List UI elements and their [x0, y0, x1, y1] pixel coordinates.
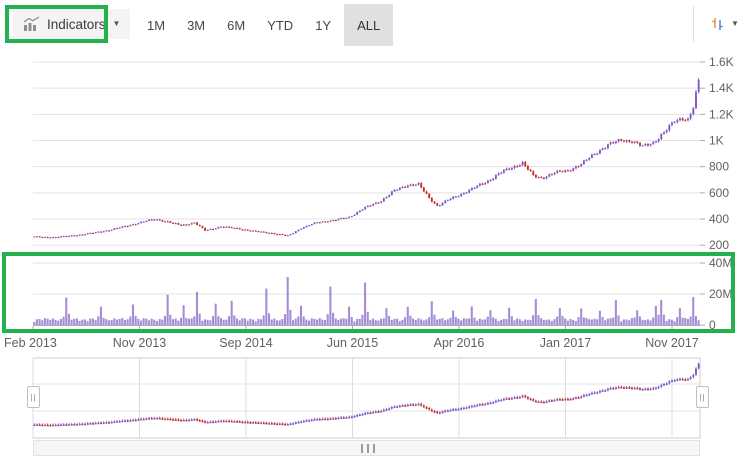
svg-text:1.2K: 1.2K — [709, 107, 734, 121]
svg-text:400: 400 — [709, 212, 729, 226]
svg-text:1.6K: 1.6K — [709, 55, 734, 69]
range-button-1m[interactable]: 1M — [138, 4, 174, 46]
caret-down-icon: ▼ — [731, 20, 739, 28]
range-button-3m[interactable]: 3M — [178, 4, 214, 46]
svg-text:0: 0 — [709, 318, 716, 332]
svg-text:40M: 40M — [709, 256, 732, 270]
svg-text:Feb 2013: Feb 2013 — [4, 336, 57, 350]
bar-chart-icon — [23, 16, 40, 32]
indicators-label: Indicators — [47, 17, 106, 32]
svg-text:800: 800 — [709, 160, 729, 174]
navigator-right-handle[interactable]: || — [696, 386, 709, 408]
svg-text:Sep 2014: Sep 2014 — [219, 336, 273, 350]
series-type-button[interactable]: ▼ — [704, 9, 745, 39]
price-candles[interactable] — [33, 78, 699, 238]
svg-text:Apr 2016: Apr 2016 — [434, 336, 485, 350]
range-button-all[interactable]: ALL — [344, 4, 393, 46]
svg-text:20M: 20M — [709, 287, 732, 301]
scrollbar-grip[interactable] — [361, 444, 375, 453]
svg-text:Nov 2013: Nov 2013 — [113, 336, 167, 350]
svg-text:1K: 1K — [709, 134, 724, 148]
navigator-left-handle[interactable]: || — [27, 386, 40, 408]
x-axis: Feb 2013 Nov 2013 Sep 2014 Jun 2015 Apr 2016… — [4, 326, 699, 350]
svg-text:Jan 2017: Jan 2017 — [540, 336, 591, 350]
chart-toolbar: Indicators ▼ 1M 3M 6M YTD 1Y ALL ▼ — [0, 0, 756, 50]
series-type-icon — [710, 16, 725, 32]
svg-text:1.4K: 1.4K — [709, 81, 734, 95]
navigator-scrollbar[interactable] — [33, 440, 700, 456]
volume-bars[interactable] — [33, 277, 700, 325]
svg-text:200: 200 — [709, 238, 729, 252]
range-selector: 1M 3M 6M YTD 1Y ALL — [136, 4, 395, 46]
price-grid: 1.6K 1.4K 1.2K 1K 800 600 400 200 — [33, 55, 734, 252]
svg-text:Jun 2015: Jun 2015 — [327, 336, 378, 350]
stock-chart[interactable]: 1.6K 1.4K 1.2K 1K 800 600 400 200 40M 20M 0 Feb 201… — [0, 0, 756, 462]
svg-text:600: 600 — [709, 186, 729, 200]
range-button-ytd[interactable]: YTD — [258, 4, 302, 46]
navigator-pane[interactable] — [33, 358, 700, 438]
indicators-button[interactable]: Indicators ▼ — [13, 9, 130, 39]
range-button-1y[interactable]: 1Y — [306, 4, 340, 46]
range-button-6m[interactable]: 6M — [218, 4, 254, 46]
toolbar-divider — [693, 6, 694, 42]
stock-chart-app: 1.6K 1.4K 1.2K 1K 800 600 400 200 40M 20M 0 Feb 201… — [0, 0, 756, 462]
navigator-candles — [33, 363, 699, 427]
caret-down-icon: ▼ — [113, 20, 121, 28]
svg-text:Nov 2017: Nov 2017 — [645, 336, 699, 350]
